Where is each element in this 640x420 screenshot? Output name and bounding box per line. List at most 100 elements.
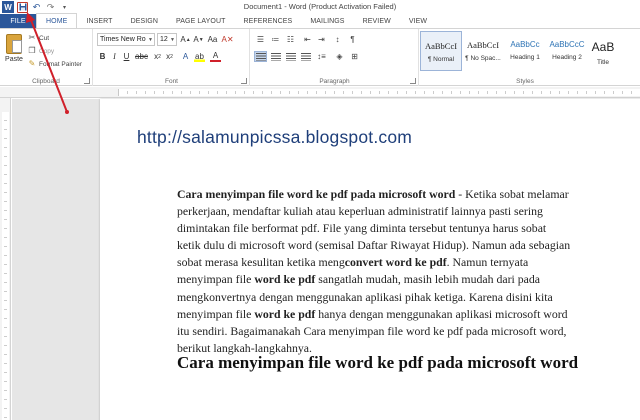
highlight-icon[interactable]: ab	[194, 51, 205, 62]
paragraph-group: ☰ ≔ ☷ ⇤ ⇥ ↕ ¶ ↕≡ ◈ ⊞ Paragraph	[251, 29, 419, 86]
text-span: menyimpan file	[177, 306, 255, 321]
clear-formatting-icon[interactable]: A✕	[221, 34, 233, 45]
bold-text: Cara menyimpan file word ke pdf pada mic…	[177, 187, 456, 201]
decrease-indent-icon[interactable]: ⇤	[301, 34, 314, 45]
font-name-value: Times New Ro	[100, 36, 146, 43]
sort-icon[interactable]: ↕	[331, 34, 344, 45]
save-icon[interactable]	[17, 1, 28, 13]
bold-text: word ke pdf	[254, 306, 316, 321]
style-heading-2[interactable]: AaBbCcC Heading 2	[546, 31, 588, 71]
tab-design[interactable]: DESIGN	[122, 14, 167, 28]
superscript-icon[interactable]: x2	[164, 51, 175, 62]
cut-label: Cut	[39, 34, 50, 42]
paste-button[interactable]: Paste	[3, 32, 25, 70]
brush-icon: ✎	[28, 59, 36, 68]
text-line: Cara menyimpan file word ke pdf pada mic…	[177, 186, 640, 203]
grow-font-icon[interactable]: A ▲	[180, 34, 191, 45]
body-paragraph[interactable]: Cara menyimpan file word ke pdf pada mic…	[177, 186, 640, 357]
bold-text: word ke pdf	[254, 272, 316, 287]
document-canvas[interactable]: http://salamunpicssa.blogspot.com Cara m…	[12, 99, 640, 420]
line-spacing-icon[interactable]: ↕≡	[315, 51, 328, 62]
bold-text: convert word ke pdf	[344, 255, 447, 270]
text-line: mengkonvertnya dengan menggunakan aplika…	[177, 289, 553, 304]
text-line: sobat merasa kesulitan ketika mengconver…	[177, 254, 640, 271]
document-page[interactable]: http://salamunpicssa.blogspot.com Cara m…	[100, 99, 640, 420]
copy-button[interactable]: ❐ Copy	[28, 46, 54, 56]
styles-gallery: AaBbCcI ¶ Normal AaBbCcI ¶ No Spac... Aa…	[420, 31, 630, 75]
strikethrough-icon[interactable]: abc	[135, 51, 148, 62]
style-name: Heading 1	[510, 54, 540, 61]
cut-button[interactable]: ✂ Cut	[28, 33, 49, 43]
subscript-icon[interactable]: x2	[152, 51, 163, 62]
chevron-down-icon: ▼	[148, 37, 153, 43]
style-no-spacing[interactable]: AaBbCcI ¶ No Spac...	[462, 31, 504, 71]
clipboard-launcher-icon[interactable]	[84, 78, 90, 84]
multilevel-list-icon[interactable]: ☷	[284, 34, 297, 45]
font-group: Times New Ro ▼ 12 ▼ A ▲ A ▼ Aa A✕ B I U ab…	[94, 29, 250, 86]
style-name: ¶ Normal	[427, 56, 455, 63]
scissors-icon: ✂	[28, 33, 36, 42]
text-line: dimintakan file berformat pdf. File yang…	[177, 221, 547, 236]
font-name-select[interactable]: Times New Ro ▼	[97, 33, 155, 46]
copy-label: Copy	[39, 47, 55, 55]
section-heading: Cara menyimpan file word ke pdf pada mic…	[177, 353, 579, 372]
style-normal[interactable]: AaBbCcI ¶ Normal	[420, 31, 462, 71]
title-bar: W ↶ ↷ ▾ Document1 - Word (Product Activa…	[0, 0, 640, 14]
paste-label: Paste	[5, 56, 23, 63]
font-group-label: Font	[164, 78, 178, 85]
style-heading-1[interactable]: AaBbCc Heading 1	[504, 31, 546, 71]
shading-icon[interactable]: ◈	[333, 51, 346, 62]
align-left-icon[interactable]	[254, 51, 267, 62]
show-formatting-icon[interactable]: ¶	[346, 34, 359, 45]
clipboard-group-label: Clipboard	[32, 78, 60, 85]
text-span: hanya dengan menggunakan aplikasi micros…	[315, 306, 568, 321]
tab-mailings[interactable]: MAILINGS	[301, 14, 353, 28]
italic-icon[interactable]: I	[109, 51, 120, 62]
tab-review[interactable]: REVIEW	[354, 14, 400, 28]
horizontal-ruler[interactable]	[0, 87, 640, 98]
text-effects-icon[interactable]: A	[180, 51, 191, 62]
styles-group: AaBbCcI ¶ Normal AaBbCcI ¶ No Spac... Aa…	[420, 29, 640, 86]
text-span: . Namun ternyata	[446, 255, 529, 270]
tab-view[interactable]: VIEW	[400, 14, 436, 28]
align-right-icon[interactable]	[284, 51, 297, 62]
customize-icon[interactable]: ▾	[59, 2, 70, 13]
format-painter-button[interactable]: ✎ Format Painter	[28, 59, 82, 69]
paste-icon	[6, 34, 22, 54]
word-logo-icon[interactable]: W	[2, 1, 14, 13]
tab-file[interactable]: FILE	[0, 14, 36, 28]
increase-indent-icon[interactable]: ⇥	[315, 34, 328, 45]
tab-page-layout[interactable]: PAGE LAYOUT	[167, 14, 234, 28]
shrink-font-icon[interactable]: A ▼	[193, 34, 204, 45]
format-painter-label: Format Painter	[39, 60, 82, 68]
text-line: perkerjaan, mendaftar kuliah atau keperl…	[177, 204, 543, 219]
text-line: itu sendiri. Bagaimanakah Cara menyimpan…	[177, 323, 567, 338]
ribbon-tabs: FILE HOME INSERT DESIGN PAGE LAYOUT REFE…	[0, 13, 640, 28]
clipboard-group: Paste ✂ Cut ❐ Copy ✎ Format Painter Clip…	[0, 29, 93, 86]
tab-insert[interactable]: INSERT	[77, 14, 121, 28]
bullets-icon[interactable]: ☰	[254, 34, 267, 45]
underline-icon[interactable]: U	[121, 51, 132, 62]
change-case-icon[interactable]: Aa	[207, 34, 218, 45]
borders-icon[interactable]: ⊞	[348, 51, 361, 62]
tab-home[interactable]: HOME	[36, 13, 78, 28]
numbering-icon[interactable]: ≔	[269, 34, 282, 45]
chevron-down-icon: ▼	[170, 37, 175, 43]
justify-icon[interactable]	[299, 51, 312, 62]
paragraph-launcher-icon[interactable]	[410, 78, 416, 84]
redo-icon[interactable]: ↷	[45, 2, 56, 13]
align-center-icon[interactable]	[269, 51, 282, 62]
style-title[interactable]: AaB Title	[588, 31, 618, 71]
bold-icon[interactable]: B	[97, 51, 108, 62]
quick-access-toolbar: W ↶ ↷ ▾	[2, 1, 70, 13]
font-color-icon[interactable]: A	[210, 51, 221, 62]
blog-url-text: http://salamunpicssa.blogspot.com	[137, 127, 413, 147]
font-size-select[interactable]: 12 ▼	[157, 33, 177, 46]
text-line: menyimpan file word ke pdf hanya dengan …	[177, 306, 640, 323]
style-sample: AaBbCcI	[424, 41, 458, 51]
font-launcher-icon[interactable]	[241, 78, 247, 84]
vertical-ruler[interactable]	[0, 98, 11, 420]
tab-references[interactable]: REFERENCES	[234, 14, 301, 28]
undo-icon[interactable]: ↶	[31, 2, 42, 13]
text-line: ketik dulu di microsoft word (semisal Da…	[177, 238, 571, 253]
